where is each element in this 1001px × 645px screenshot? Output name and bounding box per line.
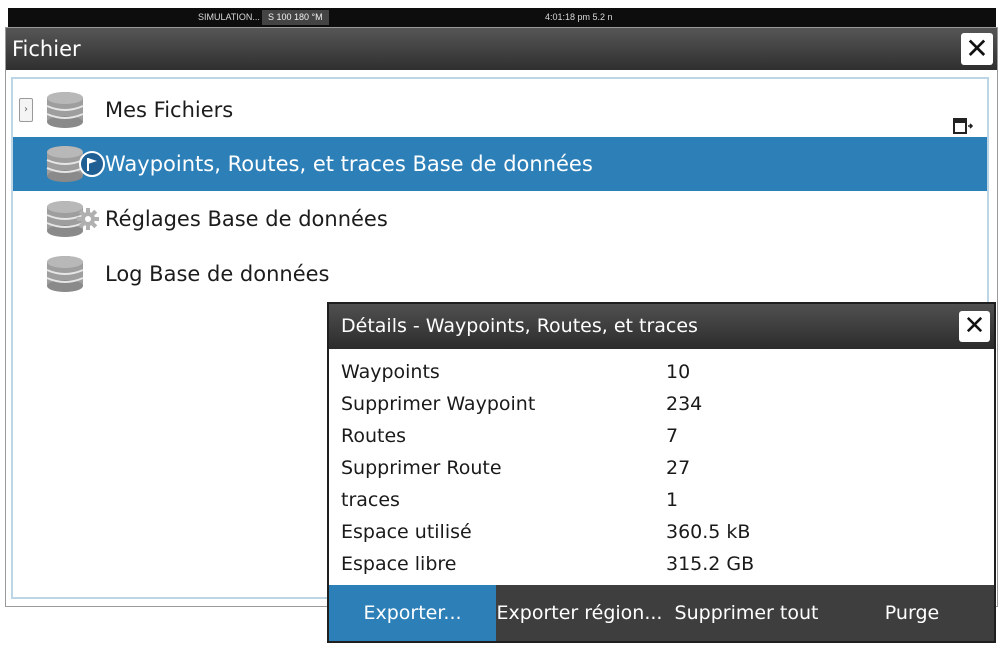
file-item-mes-fichiers[interactable]: › Mes Fichiers bbox=[13, 83, 987, 137]
details-dialog: Détails - Waypoints, Routes, et traces ✕… bbox=[327, 302, 996, 643]
detail-row: Supprimer Route 27 bbox=[329, 452, 994, 484]
detail-value: 1 bbox=[666, 489, 679, 511]
file-item-waypoints-db[interactable]: Waypoints, Routes, et traces Base de don… bbox=[13, 137, 987, 191]
purge-button-label: Purge bbox=[884, 602, 940, 624]
expand-toggle[interactable]: › bbox=[19, 98, 33, 122]
export-region-button-label: Exporter région... bbox=[496, 602, 663, 624]
dialog-titlebar: Détails - Waypoints, Routes, et traces bbox=[329, 304, 994, 349]
detail-value: 315.2 GB bbox=[666, 553, 755, 575]
close-icon: ✕ bbox=[965, 32, 989, 65]
database-icon bbox=[45, 91, 85, 129]
file-item-settings-db[interactable]: Réglages Base de données bbox=[13, 192, 987, 246]
file-item-log-db[interactable]: Log Base de données bbox=[13, 247, 987, 301]
detail-key: Supprimer Route bbox=[341, 457, 502, 479]
detail-row: Supprimer Waypoint 234 bbox=[329, 388, 994, 420]
clock-readout: 4:01:18 pm 5.2 n bbox=[545, 12, 613, 22]
details-table: Waypoints 10 Supprimer Waypoint 234 Rout… bbox=[329, 356, 994, 580]
detail-row: Waypoints 10 bbox=[329, 356, 994, 388]
delete-all-button-label: Supprimer tout bbox=[674, 602, 819, 624]
detail-key: Espace libre bbox=[341, 553, 457, 575]
file-item-label: Réglages Base de données bbox=[105, 207, 388, 231]
detail-row: Espace utilisé 360.5 kB bbox=[329, 516, 994, 548]
purge-button[interactable]: Purge bbox=[830, 585, 994, 641]
file-item-label: Log Base de données bbox=[105, 262, 330, 286]
detail-key: Supprimer Waypoint bbox=[341, 393, 536, 415]
window-titlebar: Fichier bbox=[6, 28, 997, 70]
file-item-label: Mes Fichiers bbox=[105, 98, 234, 122]
detail-value: 360.5 kB bbox=[666, 521, 751, 543]
detail-key: Espace utilisé bbox=[341, 521, 472, 543]
dialog-title: Détails - Waypoints, Routes, et traces bbox=[341, 315, 698, 337]
detail-value: 10 bbox=[666, 361, 691, 383]
close-icon: ✕ bbox=[963, 311, 986, 341]
detail-row: Routes 7 bbox=[329, 420, 994, 452]
flag-icon bbox=[79, 143, 105, 197]
database-icon bbox=[45, 255, 85, 293]
delete-all-button[interactable]: Supprimer tout bbox=[663, 585, 830, 641]
file-item-label: Waypoints, Routes, et traces Base de don… bbox=[105, 152, 593, 176]
detail-row: traces 1 bbox=[329, 484, 994, 516]
export-button[interactable]: Exporter... bbox=[329, 585, 496, 641]
export-icon[interactable] bbox=[953, 101, 974, 134]
detail-key: Waypoints bbox=[341, 361, 440, 383]
detail-key: Routes bbox=[341, 425, 407, 447]
detail-value: 7 bbox=[666, 425, 679, 447]
heading-readout: S 100 180 °M bbox=[262, 10, 329, 25]
simulation-indicator: SIMULATION... bbox=[198, 12, 260, 22]
detail-value: 234 bbox=[666, 393, 703, 415]
action-bar: Exporter... Exporter région... Supprimer… bbox=[329, 585, 994, 641]
detail-value: 27 bbox=[666, 457, 691, 479]
status-bar: SIMULATION... S 100 180 °M 4:01:18 pm 5.… bbox=[8, 8, 996, 27]
close-dialog-button[interactable]: ✕ bbox=[959, 311, 990, 342]
export-button-label: Exporter... bbox=[363, 602, 462, 624]
window-title: Fichier bbox=[12, 37, 81, 61]
gear-icon bbox=[77, 196, 99, 250]
export-region-button[interactable]: Exporter région... bbox=[496, 585, 663, 641]
detail-row: Espace libre 315.2 GB bbox=[329, 548, 994, 580]
detail-key: traces bbox=[341, 489, 400, 511]
close-window-button[interactable]: ✕ bbox=[961, 33, 993, 65]
chevron-right-icon: › bbox=[24, 104, 28, 115]
